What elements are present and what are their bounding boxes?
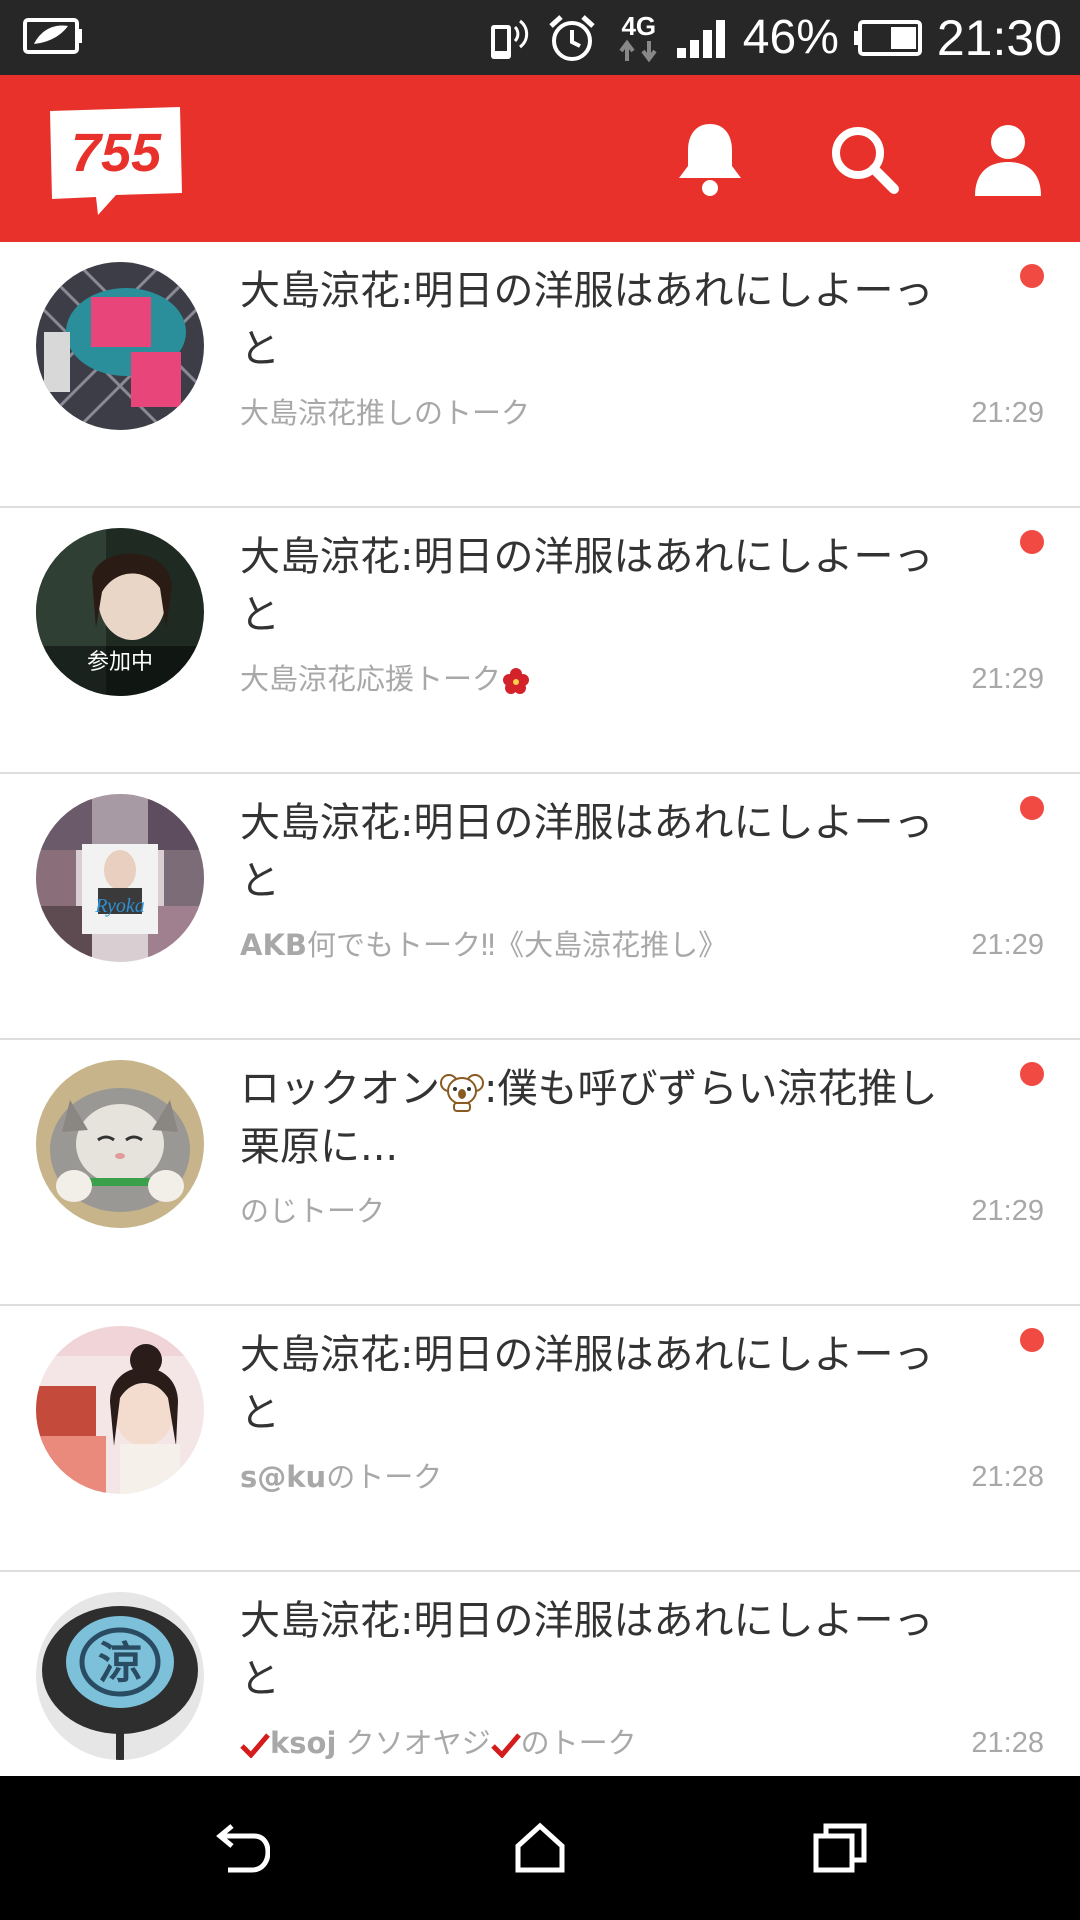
hibiscus-icon [503,668,530,694]
battery-icon [853,19,923,57]
timestamp: 21:29 [971,663,1044,695]
unread-indicator [1020,530,1044,554]
talk-row[interactable]: 大島涼花:明日の洋服はあれにしよーっ と s@kuのトーク 21:28 [0,1306,1080,1572]
message-preview: 大島涼花:明日の洋服はあれにしよーっ と [240,800,934,904]
battery-saver-icon [22,14,84,58]
room-name: AKB何でもトーク‼《大島涼花推し》 [240,928,728,962]
avatar [36,262,204,430]
timestamp: 21:29 [971,1195,1044,1227]
message-preview: 大島涼花:明日の洋服はあれにしよーっ と [240,1332,934,1436]
back-icon [216,1824,270,1873]
svg-text:Ryoka: Ryoka [94,895,145,917]
message-preview: 大島涼花:明日の洋服はあれにしよーっ と [240,534,934,638]
unread-indicator [1020,796,1044,820]
signal-icon [675,18,729,58]
check-icon [240,1733,270,1758]
app-logo[interactable]: 755 [46,105,186,217]
avatar: 参加中 [36,528,204,696]
timestamp: 21:28 [971,1461,1044,1493]
status-bar: 4G 46% 21:30 [0,0,1080,75]
talk-row[interactable]: 参加中 大島涼花:明日の洋服はあれにしよーっ と 大島涼花応援トーク 21:29 [0,508,1080,774]
avatar: Ryoka [36,794,204,962]
talk-row[interactable]: 大島涼花:明日の洋服はあれにしよーっ と 大島涼花推しのトーク 21:29 [0,242,1080,508]
timestamp: 21:29 [971,929,1044,961]
koala-emoji-icon [440,1074,484,1112]
joined-badge: 参加中 [86,650,153,675]
home-button[interactable] [494,1802,586,1894]
talk-row[interactable]: ロックオン :僕も呼びずらい涼花推し 栗原に... のじトーク 21:29 [0,1040,1080,1306]
timestamp: 21:29 [971,397,1044,429]
network-type: 4G [617,13,661,63]
unread-indicator [1020,264,1044,288]
back-button[interactable] [194,1802,286,1894]
clock: 21:30 [936,9,1062,66]
message-preview: ロックオン :僕も呼びずらい涼花推し 栗原に... [240,1066,938,1170]
profile-icon [975,125,1041,196]
avatar [36,1326,204,1494]
check-icon [490,1733,521,1758]
battery-percent: 46% [742,11,839,64]
message-preview: 大島涼花:明日の洋服はあれにしよーっ と [240,268,934,372]
talk-row[interactable]: Ryoka 大島涼花:明日の洋服はあれにしよーっ と AKB何でもトーク‼《大島… [0,774,1080,1040]
svg-text:755: 755 [71,123,162,183]
vibrate-icon [487,13,531,63]
system-nav-bar [0,1776,1080,1920]
room-name: 大島涼花応援トーク [240,656,531,698]
recents-icon [813,1823,867,1873]
bell-icon [679,124,741,196]
search-icon [832,127,899,194]
talk-list: 大島涼花:明日の洋服はあれにしよーっ と 大島涼花推しのトーク 21:29 参加… [0,242,1080,1776]
svg-text:涼: 涼 [98,1638,142,1689]
home-icon [515,1822,565,1873]
profile-button[interactable] [966,117,1050,201]
talk-row[interactable]: 涼 大島涼花:明日の洋服はあれにしよーっ と ksoj クソオヤジ のトーク 21… [0,1572,1080,1776]
recents-button[interactable] [794,1802,886,1894]
room-name: s@kuのトーク [240,1460,443,1494]
unread-indicator [1020,1062,1044,1086]
alarm-icon [545,12,599,64]
room-name: ksoj クソオヤジ のトーク [240,1720,637,1762]
notifications-button[interactable] [668,117,752,201]
message-preview: 大島涼花:明日の洋服はあれにしよーっ と [240,1598,934,1702]
room-name: のじトーク [240,1194,386,1228]
unread-indicator [1020,1328,1044,1352]
avatar [36,1060,204,1228]
timestamp: 21:28 [971,1727,1044,1759]
room-name: 大島涼花推しのトーク [240,396,531,430]
search-button[interactable] [822,117,906,201]
app-header: 755 [0,75,1080,242]
avatar: 涼 [36,1592,204,1760]
